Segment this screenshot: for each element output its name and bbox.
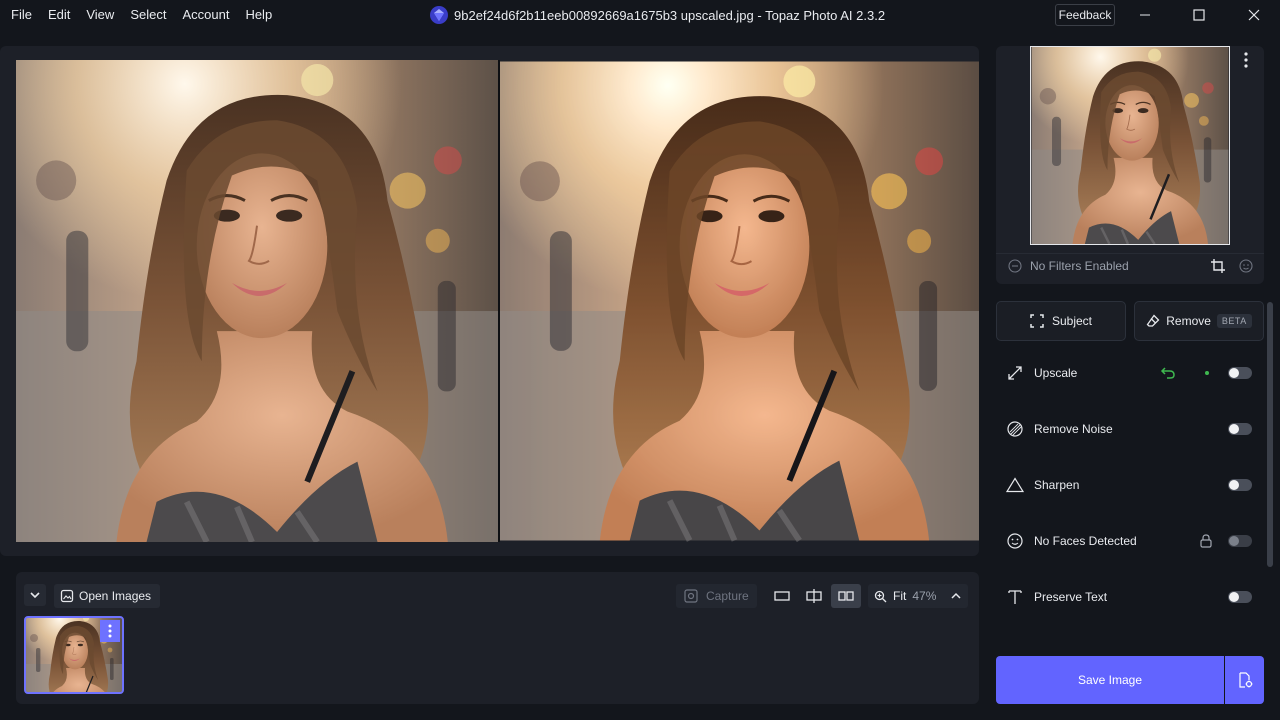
side-by-side-icon (838, 591, 854, 601)
menu-account[interactable]: Account (174, 0, 237, 30)
tool-face-icon-wrap (996, 533, 1034, 549)
tool-sharpen-label: Sharpen (1034, 478, 1080, 492)
file-settings-icon (1238, 672, 1252, 688)
minus-circle-icon (1008, 258, 1022, 273)
zoom-percentage: 47% (912, 589, 937, 603)
remove-label: Remove (1166, 314, 1211, 328)
chevron-up-icon[interactable] (950, 590, 962, 602)
minimize-icon (1140, 14, 1150, 16)
triangle-icon (1006, 477, 1024, 493)
subject-label: Subject (1051, 314, 1093, 328)
image-tray: Open Images Capture Fit 47% (16, 572, 979, 704)
crop-icon[interactable] (1211, 258, 1225, 273)
image-add-icon (60, 589, 74, 603)
tool-preserve-text-toggle[interactable] (1228, 591, 1252, 603)
feedback-button[interactable]: Feedback (1055, 4, 1115, 26)
eraser-icon (1146, 314, 1160, 327)
tool-upscale[interactable]: Upscale (996, 353, 1264, 393)
subject-button[interactable]: Subject (996, 301, 1126, 341)
tool-sharpen[interactable]: Sharpen (996, 465, 1264, 505)
window-title: 9b2ef24d6f2b11eeb00892669a1675b3 upscale… (454, 7, 886, 23)
tool-preserve-text[interactable]: Preserve Text (996, 577, 1264, 617)
image-thumbnail[interactable] (24, 616, 124, 694)
tool-face-toggle (1228, 535, 1252, 547)
split-view-icon (806, 589, 822, 603)
more-vertical-icon (1244, 52, 1248, 68)
zoom-mode: Fit (893, 589, 907, 603)
face-icon[interactable] (1239, 258, 1253, 273)
original-photo (16, 60, 498, 542)
tool-face-recovery[interactable]: No Faces Detected (996, 521, 1264, 561)
chevron-down-icon (30, 592, 40, 599)
beta-badge: BETA (1216, 314, 1252, 328)
tool-preserve-text-icon-wrap (996, 589, 1034, 605)
camera-icon (684, 589, 698, 603)
resize-arrows-icon (1008, 366, 1022, 380)
menu-select[interactable]: Select (122, 0, 174, 30)
menu-view[interactable]: View (78, 0, 122, 30)
menu-file[interactable]: File (3, 0, 40, 30)
close-button[interactable] (1231, 0, 1277, 30)
status-dot (1205, 371, 1209, 375)
tool-remove-noise-icon-wrap (996, 421, 1034, 437)
zoom-control[interactable]: Fit 47% (868, 584, 969, 608)
zoom-icon (874, 590, 887, 602)
image-viewer (0, 46, 979, 556)
topaz-logo-icon (430, 6, 448, 24)
processed-photo (500, 60, 979, 542)
tool-upscale-label: Upscale (1034, 366, 1078, 380)
select-subject-icon (1030, 314, 1044, 328)
tool-upscale-icon-wrap (996, 365, 1034, 381)
split-view-button[interactable] (799, 584, 829, 608)
more-vertical-icon (108, 624, 112, 638)
navigator-menu-button[interactable] (1244, 52, 1258, 72)
navigator-photo (1031, 47, 1229, 244)
noise-icon (1007, 421, 1023, 437)
side-by-side-view-button[interactable] (831, 584, 861, 608)
remove-button[interactable]: Remove BETA (1134, 301, 1264, 341)
close-icon (1248, 9, 1260, 21)
tools-scrollbar[interactable] (1267, 302, 1273, 567)
single-view-icon (774, 591, 790, 601)
thumbnail-menu-button[interactable] (100, 620, 120, 642)
text-icon (1008, 590, 1022, 604)
processed-image-pane[interactable] (500, 60, 979, 542)
lock-icon (1200, 534, 1212, 548)
filters-status-label: No Filters Enabled (1030, 258, 1129, 273)
window-title-area: 9b2ef24d6f2b11eeb00892669a1675b3 upscale… (430, 0, 885, 30)
menu-help[interactable]: Help (237, 0, 280, 30)
tool-face-label: No Faces Detected (1034, 534, 1137, 548)
maximize-button[interactable] (1176, 0, 1222, 30)
tool-sharpen-icon-wrap (996, 477, 1034, 493)
capture-button[interactable]: Capture (676, 584, 757, 608)
filters-status-row: No Filters Enabled (996, 253, 1264, 277)
open-images-button[interactable]: Open Images (54, 584, 161, 608)
tool-remove-noise-label: Remove Noise (1034, 422, 1113, 436)
tool-remove-noise-toggle[interactable] (1228, 423, 1252, 435)
open-images-label: Open Images (79, 589, 152, 603)
single-view-button[interactable] (767, 584, 797, 608)
menu-edit[interactable]: Edit (40, 0, 78, 30)
tool-remove-noise[interactable]: Remove Noise (996, 409, 1264, 449)
tool-sharpen-toggle[interactable] (1228, 479, 1252, 491)
face-icon (1007, 533, 1023, 549)
navigator-preview[interactable] (1030, 46, 1230, 245)
original-image-pane[interactable] (16, 60, 498, 542)
capture-label: Capture (706, 589, 749, 603)
collapse-tray-button[interactable] (24, 584, 46, 606)
save-image-button[interactable]: Save Image (996, 656, 1224, 704)
tool-upscale-toggle[interactable] (1228, 367, 1252, 379)
menu-bar: File Edit View Select Account Help (0, 0, 280, 30)
navigator-panel: No Filters Enabled (996, 46, 1264, 284)
export-settings-button[interactable] (1225, 656, 1264, 704)
title-bar: File Edit View Select Account Help 9b2ef… (0, 0, 1280, 30)
maximize-icon (1193, 9, 1205, 21)
undo-icon[interactable] (1160, 366, 1176, 380)
minimize-button[interactable] (1122, 0, 1168, 30)
tool-preserve-text-label: Preserve Text (1034, 590, 1108, 604)
